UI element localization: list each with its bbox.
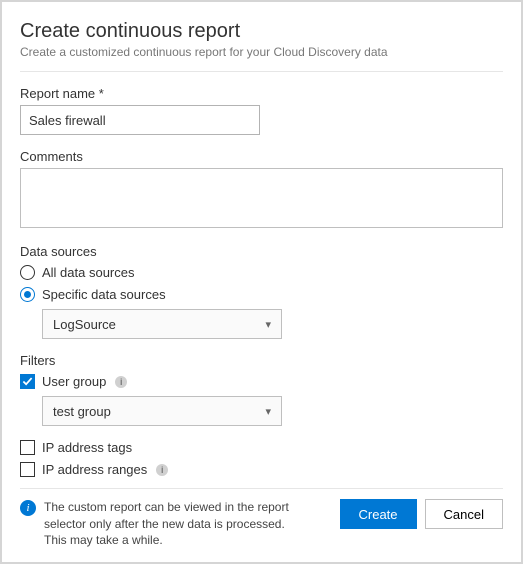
info-icon[interactable]: i: [156, 464, 168, 476]
filter-ip-ranges[interactable]: IP address ranges i: [20, 462, 503, 477]
radio-icon: [20, 265, 35, 280]
filter-ip-tags[interactable]: IP address tags: [20, 440, 503, 455]
radio-all-label: All data sources: [42, 265, 135, 280]
checkbox-icon: [20, 440, 35, 455]
filter-user-group-label: User group: [42, 374, 106, 389]
radio-specific-data-sources[interactable]: Specific data sources: [20, 287, 503, 302]
select-value: LogSource: [53, 317, 116, 332]
dialog-subtitle: Create a customized continuous report fo…: [20, 45, 503, 59]
report-name-label: Report name *: [20, 86, 503, 101]
footer-info-text: The custom report can be viewed in the r…: [44, 499, 332, 548]
filter-ip-tags-label: IP address tags: [42, 440, 132, 455]
create-continuous-report-dialog: Create continuous report Create a custom…: [0, 0, 523, 564]
filter-user-group[interactable]: User group i: [20, 374, 503, 389]
data-sources-label: Data sources: [20, 244, 503, 259]
chevron-down-icon: ▾: [265, 405, 271, 418]
info-icon: i: [20, 500, 36, 516]
info-icon[interactable]: i: [115, 376, 127, 388]
footer-buttons: Create Cancel: [340, 499, 504, 529]
comments-textarea[interactable]: [20, 168, 503, 228]
radio-specific-label: Specific data sources: [42, 287, 166, 302]
radio-icon: [20, 287, 35, 302]
checkbox-icon: [20, 462, 35, 477]
user-group-select[interactable]: test group ▾: [42, 396, 282, 426]
required-mark: *: [99, 86, 104, 101]
comments-label: Comments: [20, 149, 503, 164]
filters-label: Filters: [20, 353, 503, 368]
chevron-down-icon: ▾: [265, 318, 271, 331]
create-button[interactable]: Create: [340, 499, 417, 529]
report-name-label-text: Report name: [20, 86, 95, 101]
report-name-input[interactable]: [20, 105, 260, 135]
cancel-button[interactable]: Cancel: [425, 499, 503, 529]
radio-all-data-sources[interactable]: All data sources: [20, 265, 503, 280]
dialog-footer: i The custom report can be viewed in the…: [20, 488, 503, 548]
dialog-title: Create continuous report: [20, 20, 503, 43]
divider: [20, 71, 503, 72]
select-value: test group: [53, 404, 111, 419]
checkbox-icon: [20, 374, 35, 389]
data-source-select[interactable]: LogSource ▾: [42, 309, 282, 339]
filter-ip-ranges-label: IP address ranges: [42, 462, 147, 477]
